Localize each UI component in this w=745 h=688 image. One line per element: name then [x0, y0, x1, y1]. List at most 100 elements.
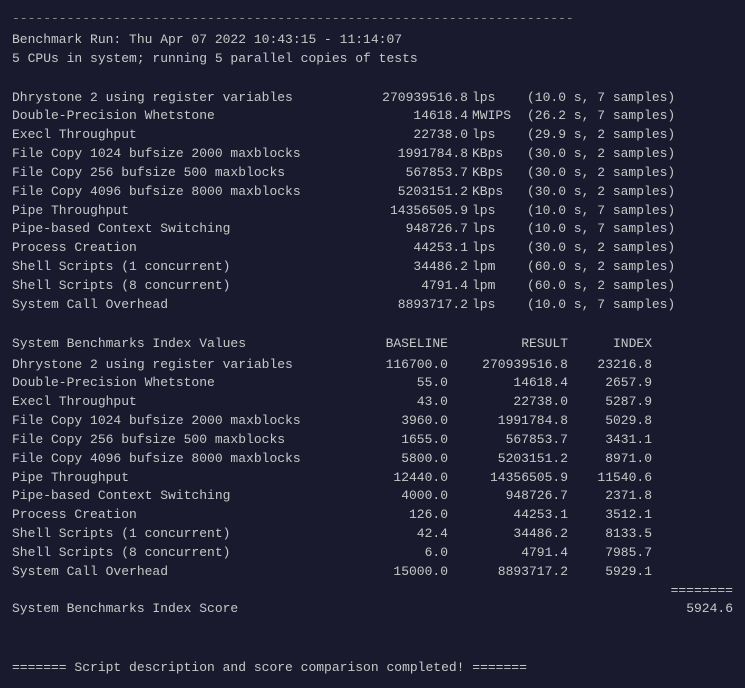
raw-value: 567853.7 — [352, 164, 472, 183]
th-result: RESULT — [452, 335, 572, 354]
raw-results-section: Dhrystone 2 using register variables2709… — [12, 89, 733, 315]
raw-label: Shell Scripts (1 concurrent) — [12, 258, 352, 277]
table-row: Shell Scripts (8 concurrent)6.04791.4798… — [12, 544, 733, 563]
raw-unit: lps — [472, 202, 527, 221]
table-row: File Copy 256 bufsize 500 maxblocks1655.… — [12, 431, 733, 450]
raw-label: Double-Precision Whetstone — [12, 107, 352, 126]
raw-unit: KBps — [472, 183, 527, 202]
raw-value: 44253.1 — [352, 239, 472, 258]
benchmark-run-line: Benchmark Run: Thu Apr 07 2022 10:43:15 … — [12, 31, 733, 50]
table-row: Pipe Throughput12440.014356505.911540.6 — [12, 469, 733, 488]
raw-extra: (10.0 s, 7 samples) — [527, 296, 675, 315]
table-row: Double-Precision Whetstone55.014618.4265… — [12, 374, 733, 393]
td-baseline: 42.4 — [352, 525, 452, 544]
raw-extra: (10.0 s, 7 samples) — [527, 220, 675, 239]
raw-unit: KBps — [472, 164, 527, 183]
equals-separator: ======== — [12, 582, 733, 601]
td-baseline: 4000.0 — [352, 487, 452, 506]
table-row: Dhrystone 2 using register variables1167… — [12, 356, 733, 375]
raw-extra: (10.0 s, 7 samples) — [527, 202, 675, 221]
td-label: File Copy 256 bufsize 500 maxblocks — [12, 431, 352, 450]
raw-extra: (29.9 s, 2 samples) — [527, 126, 675, 145]
td-index: 5029.8 — [572, 412, 652, 431]
td-label: Shell Scripts (1 concurrent) — [12, 525, 352, 544]
td-result: 44253.1 — [452, 506, 572, 525]
score-label: System Benchmarks Index Score — [12, 600, 653, 619]
raw-unit: MWIPS — [472, 107, 527, 126]
td-index: 7985.7 — [572, 544, 652, 563]
raw-result-row: Execl Throughput22738.0lps(29.9 s, 2 sam… — [12, 126, 733, 145]
td-result: 14618.4 — [452, 374, 572, 393]
td-index: 5287.9 — [572, 393, 652, 412]
td-index: 8971.0 — [572, 450, 652, 469]
raw-result-row: System Call Overhead8893717.2lps(10.0 s,… — [12, 296, 733, 315]
td-label: File Copy 1024 bufsize 2000 maxblocks — [12, 412, 352, 431]
td-result: 5203151.2 — [452, 450, 572, 469]
raw-result-row: Process Creation44253.1lps(30.0 s, 2 sam… — [12, 239, 733, 258]
td-baseline: 12440.0 — [352, 469, 452, 488]
raw-label: Execl Throughput — [12, 126, 352, 145]
td-result: 34486.2 — [452, 525, 572, 544]
table-row: Shell Scripts (1 concurrent)42.434486.28… — [12, 525, 733, 544]
raw-label: Shell Scripts (8 concurrent) — [12, 277, 352, 296]
raw-extra: (60.0 s, 2 samples) — [527, 277, 675, 296]
raw-extra: (30.0 s, 2 samples) — [527, 164, 675, 183]
td-baseline: 55.0 — [352, 374, 452, 393]
raw-extra: (30.0 s, 2 samples) — [527, 239, 675, 258]
th-baseline: BASELINE — [352, 335, 452, 354]
raw-result-row: Pipe Throughput14356505.9lps(10.0 s, 7 s… — [12, 202, 733, 221]
td-label: Pipe Throughput — [12, 469, 352, 488]
raw-label: System Call Overhead — [12, 296, 352, 315]
raw-value: 5203151.2 — [352, 183, 472, 202]
raw-value: 270939516.8 — [352, 89, 472, 108]
raw-result-row: Pipe-based Context Switching948726.7lps(… — [12, 220, 733, 239]
raw-extra: (30.0 s, 2 samples) — [527, 183, 675, 202]
table-row: Process Creation126.044253.13512.1 — [12, 506, 733, 525]
raw-value: 8893717.2 — [352, 296, 472, 315]
raw-unit: lps — [472, 220, 527, 239]
td-result: 14356505.9 — [452, 469, 572, 488]
table-row: Execl Throughput43.022738.05287.9 — [12, 393, 733, 412]
index-table-section: System Benchmarks Index ValuesBASELINERE… — [12, 335, 733, 620]
final-line: ======= Script description and score com… — [12, 659, 733, 678]
td-result: 567853.7 — [452, 431, 572, 450]
td-index: 11540.6 — [572, 469, 652, 488]
td-index: 5929.1 — [572, 563, 652, 582]
table-row: Pipe-based Context Switching4000.0948726… — [12, 487, 733, 506]
td-index: 2371.8 — [572, 487, 652, 506]
td-baseline: 6.0 — [352, 544, 452, 563]
raw-label: Pipe Throughput — [12, 202, 352, 221]
raw-unit: KBps — [472, 145, 527, 164]
th-label: System Benchmarks Index Values — [12, 335, 352, 354]
td-baseline: 15000.0 — [352, 563, 452, 582]
raw-value: 4791.4 — [352, 277, 472, 296]
td-result: 8893717.2 — [452, 563, 572, 582]
raw-value: 14356505.9 — [352, 202, 472, 221]
td-result: 270939516.8 — [452, 356, 572, 375]
raw-value: 14618.4 — [352, 107, 472, 126]
table-row: System Call Overhead15000.08893717.25929… — [12, 563, 733, 582]
td-index: 23216.8 — [572, 356, 652, 375]
td-label: Execl Throughput — [12, 393, 352, 412]
td-baseline: 5800.0 — [352, 450, 452, 469]
raw-result-row: Double-Precision Whetstone14618.4MWIPS(2… — [12, 107, 733, 126]
td-baseline: 43.0 — [352, 393, 452, 412]
td-baseline: 1655.0 — [352, 431, 452, 450]
table-row: File Copy 4096 bufsize 8000 maxblocks580… — [12, 450, 733, 469]
raw-label: Pipe-based Context Switching — [12, 220, 352, 239]
raw-label: File Copy 1024 bufsize 2000 maxblocks — [12, 145, 352, 164]
score-row: System Benchmarks Index Score5924.6 — [12, 600, 733, 619]
raw-unit: lps — [472, 296, 527, 315]
td-label: Process Creation — [12, 506, 352, 525]
td-result: 4791.4 — [452, 544, 572, 563]
raw-extra: (10.0 s, 7 samples) — [527, 89, 675, 108]
raw-value: 34486.2 — [352, 258, 472, 277]
td-index: 3431.1 — [572, 431, 652, 450]
raw-unit: lps — [472, 126, 527, 145]
td-result: 1991784.8 — [452, 412, 572, 431]
td-result: 22738.0 — [452, 393, 572, 412]
raw-extra: (26.2 s, 7 samples) — [527, 107, 675, 126]
table-header-row: System Benchmarks Index ValuesBASELINERE… — [12, 335, 733, 354]
td-label: Dhrystone 2 using register variables — [12, 356, 352, 375]
raw-result-row: Shell Scripts (1 concurrent)34486.2lpm(6… — [12, 258, 733, 277]
